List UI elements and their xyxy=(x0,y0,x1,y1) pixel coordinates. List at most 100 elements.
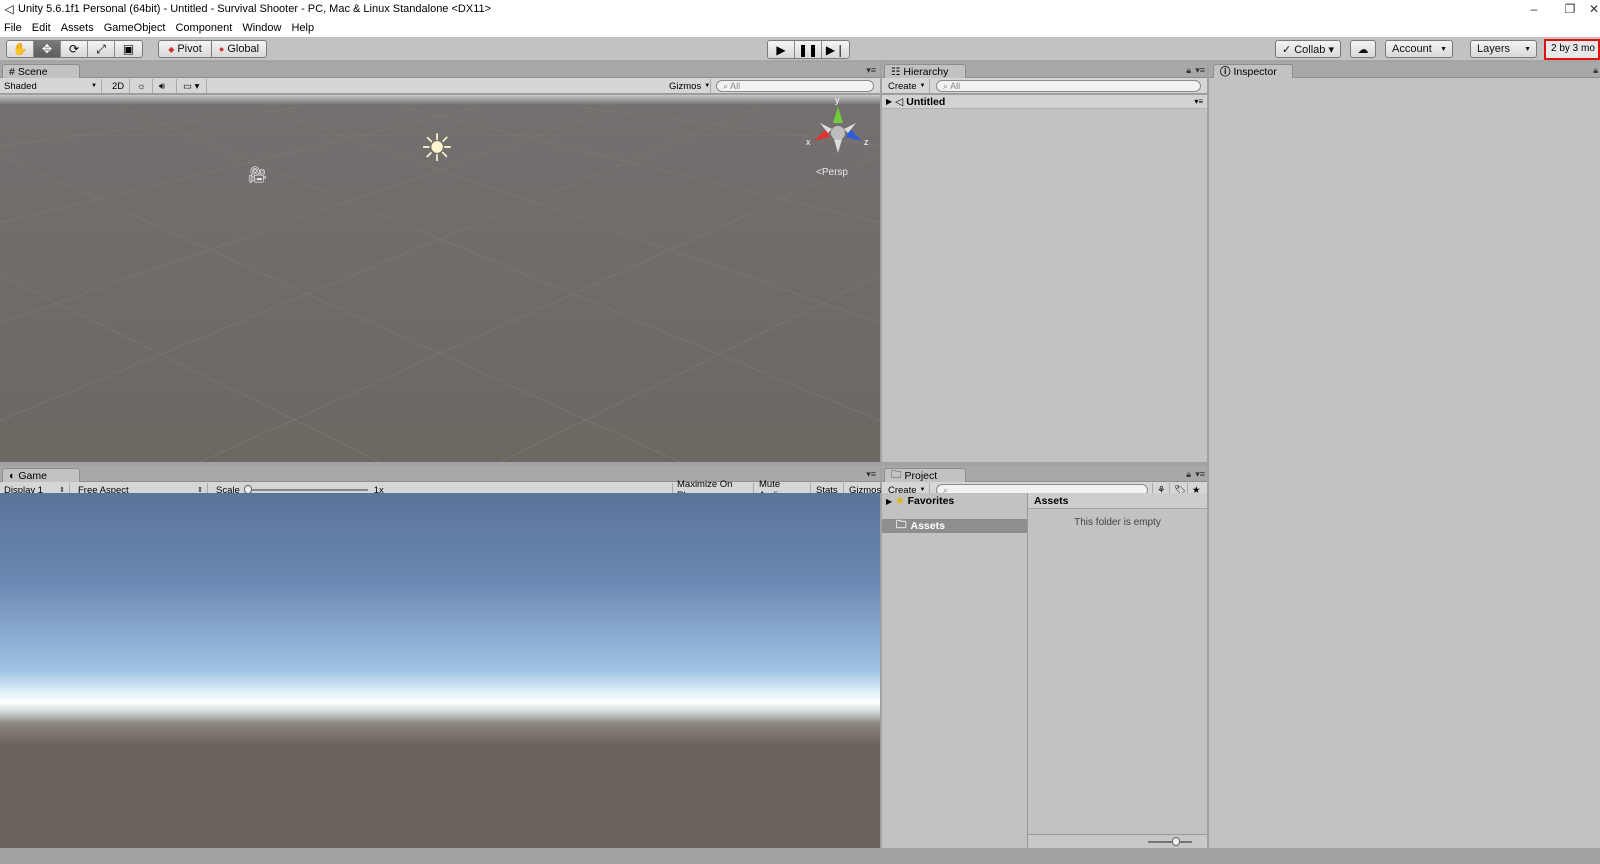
menu-edit[interactable]: Edit xyxy=(28,22,57,34)
menu-assets[interactable]: Assets xyxy=(57,22,100,34)
scene-toolbar: Shaded ▼ 2D ☼ 🔊︎ ▭ ▾ Gizmos ▼ ⌕ All xyxy=(0,78,880,94)
search-icon: ⌕ xyxy=(943,81,949,91)
scene-tabbar: # Scene ▾≡ xyxy=(0,62,880,78)
grid-icon: # xyxy=(9,65,15,78)
expand-arrow-icon[interactable]: ▶ xyxy=(886,97,892,106)
game-icon: ◐ xyxy=(9,469,16,482)
panel-menu-icon[interactable]: ▾≡ xyxy=(866,65,876,76)
panel-menu-icon[interactable]: ▾≡ xyxy=(1195,65,1205,76)
shading-mode-dropdown[interactable]: Shaded ▼ xyxy=(0,79,102,93)
cloud-button[interactable]: ☁ xyxy=(1350,40,1376,58)
tab-project[interactable]: 🗀 Project xyxy=(884,468,966,482)
panel-menu-icon[interactable]: ▾≡ xyxy=(1195,469,1205,480)
scale-tool-icon[interactable]: ⤢ xyxy=(88,41,115,57)
axis-y-label: y xyxy=(835,95,840,105)
favorites-row[interactable]: ▶ ★ Favorites xyxy=(882,493,1027,509)
gizmos-dropdown[interactable]: Gizmos ▼ xyxy=(665,79,711,93)
slider-thumb[interactable] xyxy=(1172,837,1180,846)
assets-folder-row[interactable]: 🗀 Assets xyxy=(882,519,1027,533)
camera-icon[interactable]: 🎥︎ xyxy=(247,165,267,185)
folder-breadcrumb[interactable]: Assets xyxy=(1028,493,1207,509)
play-button-icon[interactable]: ▶ xyxy=(768,41,795,58)
scene-row[interactable]: ▶ ◁ Untitled ▾≡ xyxy=(882,95,1207,109)
collab-button[interactable]: ✓ Collab ▾ xyxy=(1275,40,1341,58)
inspector-body xyxy=(1209,78,1600,848)
hierarchy-list: ▶ ◁ Untitled ▾≡ xyxy=(882,95,1207,462)
scene-viewport[interactable]: ☀ 🎥︎ y x z <Persp xyxy=(0,95,880,462)
unity-scene-icon: ◁ xyxy=(895,95,904,108)
rotate-tool-icon[interactable]: ⟳ xyxy=(61,41,88,57)
project-folder-tree: ▶ ★ Favorites 🗀 Assets xyxy=(882,493,1028,848)
effects-dropdown-icon[interactable]: ▭ ▾ xyxy=(179,79,207,93)
persp-label[interactable]: <Persp xyxy=(816,167,848,178)
window-title: Unity 5.6.1f1 Personal (64bit) - Untitle… xyxy=(18,3,492,15)
window-controls: – ❐ ✕ xyxy=(1516,0,1600,18)
hand-tool-icon[interactable]: ✋ xyxy=(7,41,34,57)
status-bar xyxy=(0,848,1600,864)
icon-size-slider[interactable] xyxy=(1148,837,1192,846)
axis-z-label: z xyxy=(864,137,869,147)
hierarchy-icon: ☷ xyxy=(891,65,901,78)
hierarchy-search-input[interactable]: ⌕ All xyxy=(936,80,1201,92)
slider-track[interactable] xyxy=(243,485,368,494)
title-bar: ◁ Unity 5.6.1f1 Personal (64bit) - Untit… xyxy=(0,0,1600,18)
project-panel: 🗀 Project 🔒︎ ▾≡ Create ▼ ⌕ ⚘ 🏷︎ ★ ▶ ★ Fa… xyxy=(882,466,1207,848)
playback-controls: ▶ ❚❚ ▶❘ xyxy=(767,40,850,59)
orientation-gizmo[interactable] xyxy=(806,99,872,159)
lock-icon[interactable]: 🔒︎ xyxy=(1186,469,1191,480)
scene-panel: # Scene ▾≡ Shaded ▼ 2D ☼ 🔊︎ ▭ ▾ Gizmos ▼… xyxy=(0,62,880,462)
tab-game[interactable]: ◐ Game xyxy=(2,468,80,482)
move-tool-icon[interactable]: ✥ xyxy=(34,41,61,57)
2d-toggle[interactable]: 2D xyxy=(108,79,130,93)
inspector-panel: ⓘ Inspector 🔒︎ xyxy=(1209,62,1600,848)
lighting-toggle-icon[interactable]: ☼ xyxy=(133,79,153,93)
tab-inspector[interactable]: ⓘ Inspector xyxy=(1213,64,1293,78)
chevron-down-icon: ▼ xyxy=(1524,45,1531,53)
step-button-icon[interactable]: ▶❘ xyxy=(822,41,849,58)
account-dropdown[interactable]: Account ▼ xyxy=(1385,40,1453,58)
star-icon: ★ xyxy=(895,495,905,507)
tab-scene[interactable]: # Scene xyxy=(2,64,80,78)
menu-bar: File Edit Assets GameObject Component Wi… xyxy=(0,18,1600,37)
collab-check-icon: ✓ xyxy=(1282,43,1292,56)
menu-window[interactable]: Window xyxy=(238,22,287,34)
pause-button-icon[interactable]: ❚❚ xyxy=(795,41,822,58)
menu-gameobject[interactable]: GameObject xyxy=(100,22,172,34)
folder-icon: 🗀 xyxy=(896,519,907,531)
expand-arrow-icon[interactable]: ▶ xyxy=(886,497,892,506)
hierarchy-toolbar: Create ▼ ⌕ All xyxy=(882,78,1207,94)
inspector-tabbar: ⓘ Inspector 🔒︎ xyxy=(1209,62,1600,78)
transform-tools: ✋ ✥ ⟳ ⤢ ▣ xyxy=(6,40,143,58)
restore-button[interactable]: ❐ xyxy=(1552,0,1588,18)
empty-folder-message: This folder is empty xyxy=(1074,517,1161,528)
menu-file[interactable]: File xyxy=(0,22,28,34)
layers-dropdown[interactable]: Layers ▼ xyxy=(1470,40,1537,58)
lock-icon[interactable]: 🔒︎ xyxy=(1593,65,1598,76)
directional-light-icon[interactable]: ☀ xyxy=(420,130,454,168)
scene-options-icon[interactable]: ▾≡ xyxy=(1194,97,1203,106)
menu-help[interactable]: Help xyxy=(287,22,320,34)
panel-menu-icon[interactable]: ▾≡ xyxy=(866,469,876,480)
axis-x-label: x xyxy=(806,137,811,147)
game-panel: ◐ Game ▾≡ Display 1 ⇕ Free Aspect ⇕ Scal… xyxy=(0,466,881,848)
hierarchy-create-dropdown[interactable]: Create ▼ xyxy=(884,79,930,93)
tab-hierarchy[interactable]: ☷ Hierarchy xyxy=(884,64,966,78)
layout-dropdown[interactable]: 2 by 3 mo xyxy=(1544,39,1600,60)
close-button[interactable]: ✕ xyxy=(1588,0,1600,18)
pivot-toggle[interactable]: ◆ Pivot xyxy=(158,40,212,58)
project-folder-contents: Assets This folder is empty xyxy=(1028,493,1207,848)
audio-toggle-icon[interactable]: 🔊︎ xyxy=(155,79,177,93)
global-toggle[interactable]: ● Global xyxy=(211,40,267,58)
game-viewport[interactable] xyxy=(0,493,880,848)
unity-logo-icon: ◁ xyxy=(4,2,14,16)
chevron-down-icon: ▼ xyxy=(704,83,711,89)
scene-search-input[interactable]: ⌕ All xyxy=(716,80,874,92)
pivot-icon: ◆ xyxy=(168,44,175,54)
project-tabbar: 🗀 Project 🔒︎ ▾≡ xyxy=(882,466,1207,482)
minimize-button[interactable]: – xyxy=(1516,0,1552,18)
rect-tool-icon[interactable]: ▣ xyxy=(115,41,142,57)
menu-component[interactable]: Component xyxy=(171,22,238,34)
lock-icon[interactable]: 🔒︎ xyxy=(1186,65,1191,76)
global-icon: ● xyxy=(218,44,225,54)
chevron-down-icon: ▼ xyxy=(1440,45,1447,53)
